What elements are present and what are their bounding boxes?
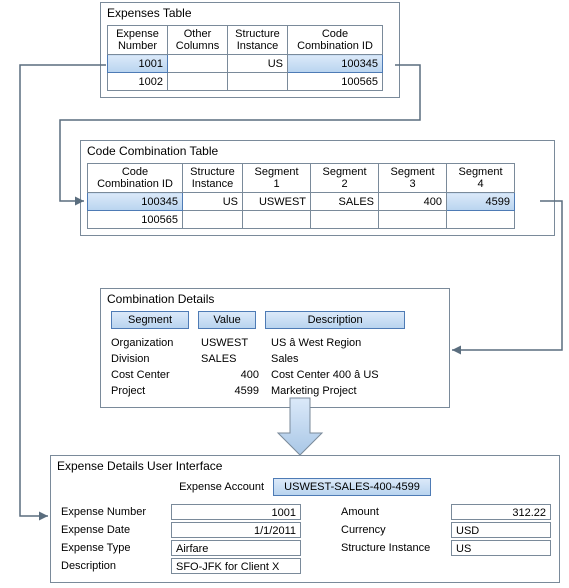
exp-r1-c3: 100565 [288, 73, 383, 91]
lf0-label: Expense Number [61, 506, 171, 518]
lf3-label: Description [61, 560, 171, 572]
rf1-label: Currency [341, 524, 451, 536]
table-row: 1002 100565 [108, 73, 383, 91]
field-row: Structure Instance US [341, 540, 551, 556]
exp-r0-c1 [168, 55, 228, 73]
lf2-value[interactable]: Airfare [171, 540, 301, 556]
cc-r1-c3 [311, 211, 379, 229]
cd-r0-seg: Organization [111, 335, 201, 351]
cc-table: Code Combination ID Structure Instance S… [87, 163, 515, 229]
table-row: 100345 US USWEST SALES 400 4599 [88, 193, 515, 211]
exp-h0: Expense Number [108, 26, 168, 55]
rf2-value[interactable]: US [451, 540, 551, 556]
cc-r0-c3: SALES [311, 193, 379, 211]
cc-r1-c1 [183, 211, 243, 229]
cc-h5: Segment 4 [447, 164, 515, 193]
cd-r2-seg: Cost Center [111, 367, 201, 383]
cc-h1: Structure Instance [183, 164, 243, 193]
cc-r0-c4: 400 [379, 193, 447, 211]
table-row: Project 4599 Marketing Project [111, 383, 379, 399]
field-row: Currency USD [341, 522, 551, 538]
cc-table-panel: Code Combination Table Code Combination … [80, 140, 555, 236]
table-row: 1001 US 100345 [108, 55, 383, 73]
field-row: Description SFO-JFK for Client X [61, 558, 331, 574]
cc-r1-c5 [447, 211, 515, 229]
expense-account-value: USWEST-SALES-400-4599 [273, 478, 431, 496]
cc-r0-c1: US [183, 193, 243, 211]
cc-r1-c2 [243, 211, 311, 229]
rf0-label: Amount [341, 506, 451, 518]
cd-r0-val: USWEST [201, 335, 271, 351]
rf1-value[interactable]: USD [451, 522, 551, 538]
cd-r2-val: 400 [201, 367, 271, 383]
exp-r1-c2 [228, 73, 288, 91]
field-row: Expense Date 1/1/2011 [61, 522, 331, 538]
cc-h2: Segment 1 [243, 164, 311, 193]
cd-r1-seg: Division [111, 351, 201, 367]
expenses-table: Expense Number Other Columns Structure I… [107, 25, 383, 91]
combo-details-table: Organization USWEST US â West Region Div… [111, 335, 379, 399]
combo-details-panel: Combination Details Segment Value Descri… [100, 288, 450, 408]
cd-r0-desc: US â West Region [271, 335, 379, 351]
combo-details-title: Combination Details [101, 289, 449, 309]
cc-h0: Code Combination ID [88, 164, 183, 193]
cc-r1-c4 [379, 211, 447, 229]
combo-h2: Description [265, 311, 405, 329]
exp-h3: Code Combination ID [288, 26, 383, 55]
expenses-table-panel: Expenses Table Expense Number Other Colu… [100, 2, 400, 98]
lf1-value[interactable]: 1/1/2011 [171, 522, 301, 538]
cc-h4: Segment 3 [379, 164, 447, 193]
cd-r3-seg: Project [111, 383, 201, 399]
field-row: Expense Number 1001 [61, 504, 331, 520]
exp-r1-c1 [168, 73, 228, 91]
exp-r0-c0: 1001 [108, 55, 168, 73]
table-row: 100565 [88, 211, 515, 229]
cd-r1-desc: Sales [271, 351, 379, 367]
table-row: Organization USWEST US â West Region [111, 335, 379, 351]
cc-table-title: Code Combination Table [81, 141, 554, 161]
exp-r0-c3: 100345 [288, 55, 383, 73]
cc-r0-c0: 100345 [88, 193, 183, 211]
expense-account-label: Expense Account [179, 481, 264, 493]
table-row: Division SALES Sales [111, 351, 379, 367]
expense-ui-title: Expense Details User Interface [51, 456, 559, 476]
cd-r3-val: 4599 [201, 383, 271, 399]
rf0-value[interactable]: 312.22 [451, 504, 551, 520]
table-row: Cost Center 400 Cost Center 400 â US [111, 367, 379, 383]
field-row: Amount 312.22 [341, 504, 551, 520]
cc-r0-c2: USWEST [243, 193, 311, 211]
expenses-table-title: Expenses Table [101, 3, 399, 23]
exp-r0-c2: US [228, 55, 288, 73]
exp-h2: Structure Instance [228, 26, 288, 55]
lf0-value[interactable]: 1001 [171, 504, 301, 520]
cd-r1-val: SALES [201, 351, 271, 367]
field-row: Expense Type Airfare [61, 540, 331, 556]
lf1-label: Expense Date [61, 524, 171, 536]
cd-r3-desc: Marketing Project [271, 383, 379, 399]
cc-h3: Segment 2 [311, 164, 379, 193]
cd-r2-desc: Cost Center 400 â US [271, 367, 379, 383]
exp-h1: Other Columns [168, 26, 228, 55]
lf2-label: Expense Type [61, 542, 171, 554]
rf2-label: Structure Instance [341, 542, 451, 554]
combo-h0: Segment [111, 311, 189, 329]
connector-expno [20, 65, 106, 516]
exp-r1-c0: 1002 [108, 73, 168, 91]
cc-r0-c5: 4599 [447, 193, 515, 211]
combo-h1: Value [198, 311, 256, 329]
expense-ui-panel: Expense Details User Interface Expense A… [50, 455, 560, 583]
lf3-value[interactable]: SFO-JFK for Client X [171, 558, 301, 574]
cc-r1-c0: 100565 [88, 211, 183, 229]
